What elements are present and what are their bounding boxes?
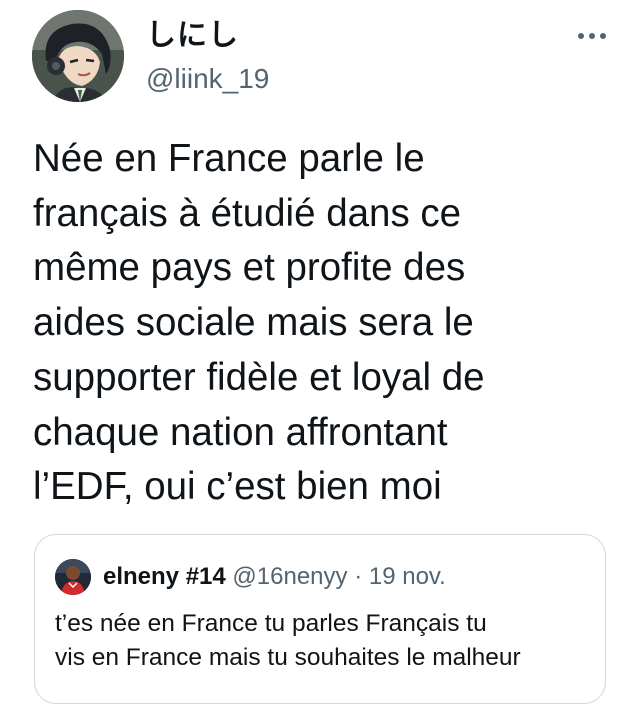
tweet: しにし @liink_19 Née en France parle le fra…: [0, 0, 636, 704]
header-separator: ·: [354, 563, 363, 590]
tweet-text: Née en France parle le français à étudié…: [33, 137, 485, 509]
quoted-tweet-header: elneny #14 @16nenyy · 19 nov.: [103, 562, 446, 592]
quoted-display-name[interactable]: elneny #14: [103, 563, 226, 590]
author-display-name[interactable]: しにし: [146, 18, 239, 54]
quoted-tweet-card[interactable]: elneny #14 @16nenyy · 19 nov. t’es née e…: [34, 534, 606, 704]
anime-character-avatar-icon: [32, 10, 124, 102]
quoted-date[interactable]: 19 nov.: [369, 563, 446, 590]
footballer-avatar-icon: [55, 559, 91, 595]
author-handle[interactable]: @liink_19: [146, 62, 269, 96]
more-options-button[interactable]: [572, 24, 612, 48]
quoted-author-avatar[interactable]: [55, 559, 91, 595]
author-avatar[interactable]: [32, 10, 124, 102]
quoted-tweet-text: t’es née en France tu parles Français tu…: [55, 610, 521, 671]
more-horizontal-icon: [578, 33, 606, 39]
quoted-handle[interactable]: @16nenyy: [232, 563, 347, 590]
